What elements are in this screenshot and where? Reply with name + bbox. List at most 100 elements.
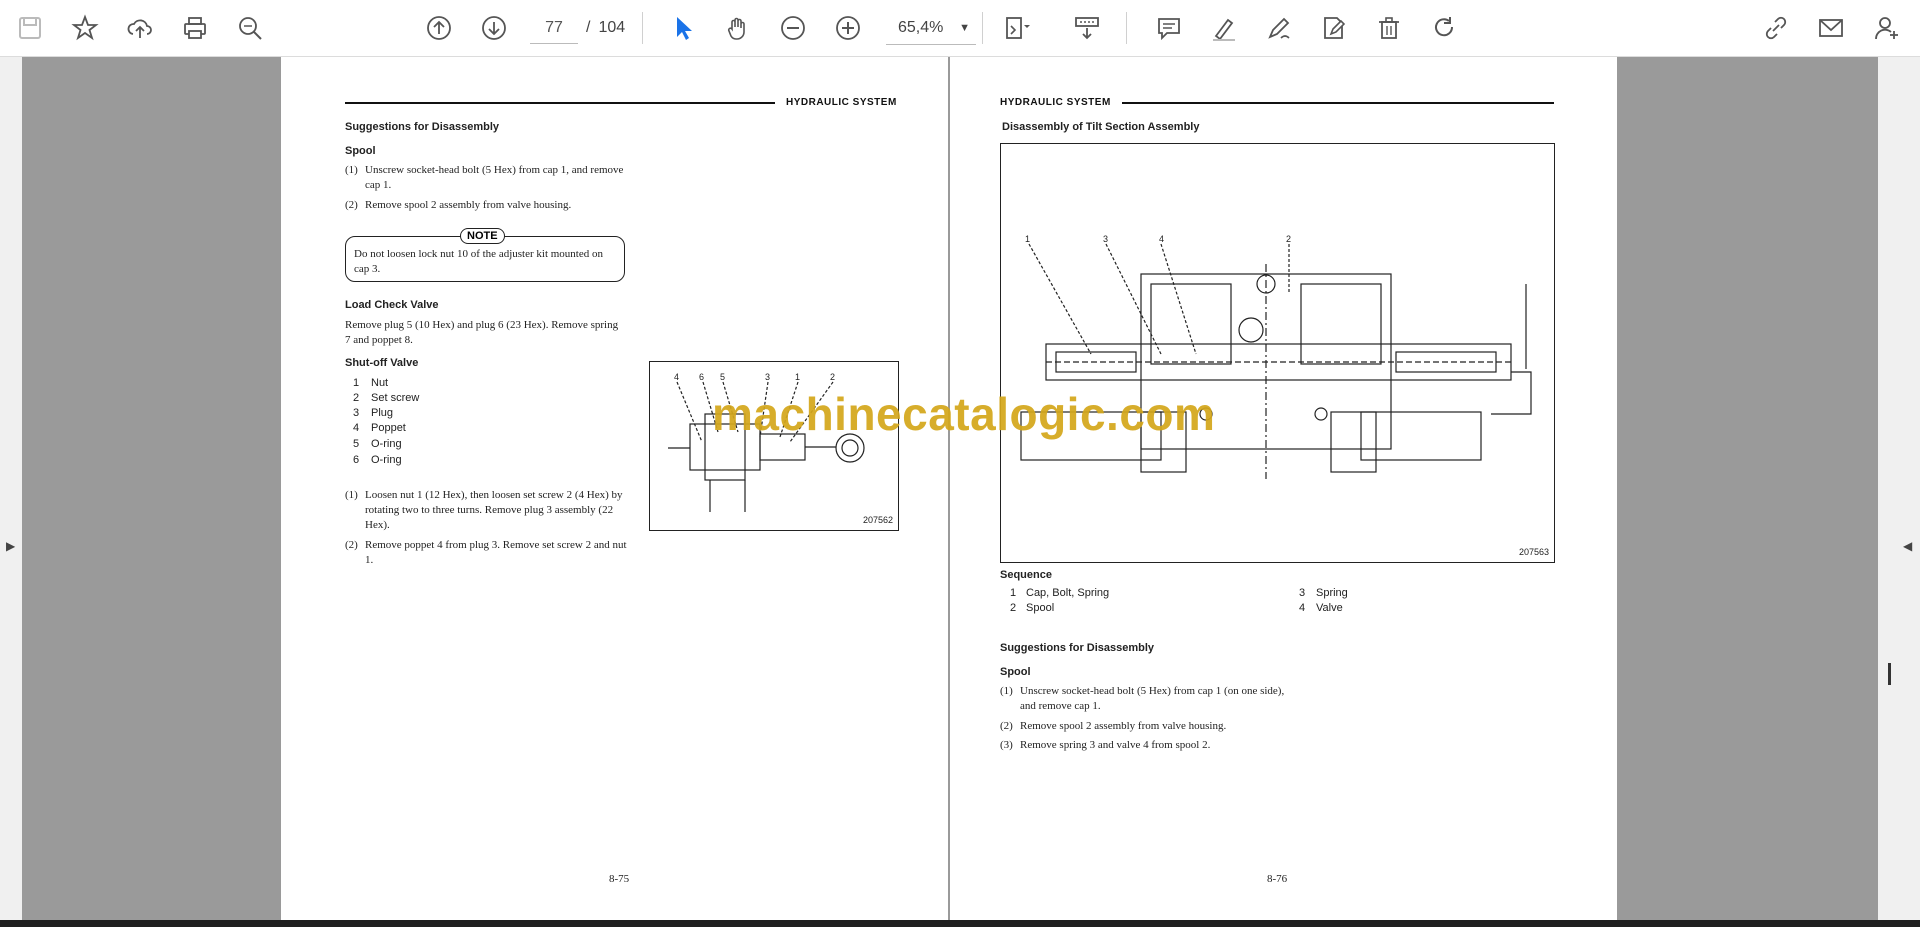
note-text: Do not loosen lock nut 10 of the adjuste… (354, 248, 603, 275)
sequence-item: Cap, Bolt, Spring (1026, 587, 1110, 599)
page-down-icon[interactable] (475, 9, 513, 47)
figure-number: 207562 (862, 515, 893, 525)
mail-icon[interactable] (1812, 9, 1850, 47)
step-text: Unscrew socket-head bolt (5 Hex) from ca… (1020, 685, 1285, 712)
star-icon[interactable] (66, 9, 104, 47)
step-text: Remove spool 2 assembly from valve housi… (1020, 720, 1227, 732)
toolbar-divider (1126, 12, 1127, 44)
page-total: 104 (598, 19, 626, 36)
toolbar: / 104 65,4% ▼ (0, 0, 1920, 57)
page-header: HYDRAULIC SYSTEM (786, 97, 897, 108)
page-number: 8-76 (1267, 873, 1288, 885)
highlight-pen-icon[interactable] (1205, 9, 1243, 47)
figure-title: Disassembly of Tilt Section Assembly (1002, 121, 1200, 133)
print-icon[interactable] (176, 9, 214, 47)
figure-callout: 1 (795, 372, 801, 382)
hand-tool-icon[interactable] (719, 9, 757, 47)
figure-callout: 4 (1159, 234, 1165, 244)
figure-number: 207563 (1518, 547, 1549, 557)
note-box: NOTE Do not loosen lock nut 10 of the ad… (345, 228, 625, 282)
zoom-out-icon[interactable] (774, 9, 812, 47)
expand-right-panel-icon[interactable]: ◀ (1903, 539, 1912, 553)
sequence-number: 4 (1299, 602, 1306, 614)
step-text: Remove poppet 4 from plug 3. Remove set … (365, 539, 627, 566)
link-edit-icon[interactable] (1757, 9, 1795, 47)
trash-icon[interactable] (1370, 9, 1408, 47)
part-name: Poppet (371, 422, 406, 434)
part-number: 6 (353, 454, 360, 466)
chevron-down-icon: ▼ (959, 22, 970, 34)
step-number: (1) (345, 489, 358, 501)
sequence-item: Spool (1026, 602, 1055, 614)
figure-callout: 5 (720, 372, 726, 382)
part-name: Plug (371, 407, 394, 419)
page-number-input[interactable] (530, 12, 578, 44)
part-name: Set screw (371, 392, 420, 404)
page-navigator: / 104 (530, 12, 625, 44)
step-number: (2) (345, 539, 358, 551)
zoom-in-icon[interactable] (829, 9, 867, 47)
step-number: (1) (345, 164, 358, 176)
zoom-value: 65,4% (898, 19, 944, 36)
subsection-heading: Spool (345, 145, 376, 157)
edit-document-icon[interactable] (1315, 9, 1353, 47)
step-text: Remove spring 3 and valve 4 from spool 2… (1020, 739, 1211, 751)
zoom-search-icon[interactable] (231, 9, 269, 47)
step-number: (1) (1000, 685, 1013, 697)
expand-left-panel-icon[interactable]: ▶ (6, 539, 15, 553)
bottom-bar (0, 920, 1920, 927)
part-number: 2 (353, 392, 360, 404)
redo-icon[interactable] (1425, 9, 1463, 47)
subsection-heading: Load Check Valve (345, 299, 439, 311)
sequence-item: Spring (1316, 587, 1348, 599)
header-rule (1122, 102, 1554, 104)
cloud-upload-icon[interactable] (121, 9, 159, 47)
toolbar-divider (982, 12, 983, 44)
page-header: HYDRAULIC SYSTEM (1000, 97, 1111, 108)
step-text: Remove spool 2 assembly from valve housi… (365, 199, 572, 211)
toolbar-divider (642, 12, 643, 44)
step-number: (2) (1000, 720, 1013, 732)
note-label: NOTE (460, 228, 505, 244)
step-text: Unscrew socket-head bolt (5 Hex) from ca… (365, 164, 624, 191)
figure-callout: 6 (699, 372, 705, 382)
comment-icon[interactable] (1150, 9, 1188, 47)
sequence-item: Valve (1316, 602, 1343, 614)
save-icon[interactable] (11, 9, 49, 47)
part-number: 3 (353, 407, 360, 419)
part-name: O-ring (371, 454, 402, 466)
figure-callout: 4 (674, 372, 680, 382)
select-cursor-icon[interactable] (664, 9, 702, 47)
left-side-panel[interactable] (0, 57, 22, 920)
zoom-dropdown[interactable]: 65,4% ▼ (886, 12, 976, 45)
part-number: 5 (353, 438, 360, 450)
document-viewer[interactable]: ▶ ◀ HYDRAULIC SYSTEM Suggestions for Dis… (0, 57, 1920, 920)
pdf-page-right: HYDRAULIC SYSTEM Disassembly of Tilt Sec… (950, 57, 1617, 920)
draw-pen-icon[interactable] (1260, 9, 1298, 47)
sequence-number: 2 (1010, 602, 1017, 614)
fit-page-icon[interactable] (998, 9, 1036, 47)
page-separator: / (586, 19, 591, 36)
tilt-section-drawing (1020, 243, 1532, 479)
section-heading: Suggestions for Disassembly (1000, 642, 1155, 654)
sequence-number: 1 (1010, 587, 1017, 599)
add-user-icon[interactable] (1868, 9, 1906, 47)
sequence-heading: Sequence (1000, 569, 1052, 581)
pdf-page-left: HYDRAULIC SYSTEM Suggestions for Disasse… (281, 57, 948, 920)
step-number: (2) (345, 199, 358, 211)
subsection-heading: Shut-off Valve (345, 357, 419, 369)
part-name: O-ring (371, 438, 402, 450)
part-name: Nut (371, 377, 389, 389)
right-side-panel[interactable] (1878, 57, 1920, 920)
step-text: Loosen nut 1 (12 Hex), then loosen set s… (365, 489, 623, 531)
paragraph: Remove plug 5 (10 Hex) and plug 6 (23 He… (345, 319, 619, 346)
section-heading: Suggestions for Disassembly (345, 121, 500, 133)
page-up-icon[interactable] (420, 9, 458, 47)
scroll-mode-icon[interactable] (1068, 9, 1106, 47)
figure-callout: 3 (1103, 234, 1109, 244)
page-number: 8-75 (609, 873, 630, 885)
step-number: (3) (1000, 739, 1013, 751)
figure-callout: 2 (1286, 234, 1292, 244)
scrollbar-thumb[interactable] (1888, 663, 1891, 685)
figure-callout: 2 (830, 372, 836, 382)
